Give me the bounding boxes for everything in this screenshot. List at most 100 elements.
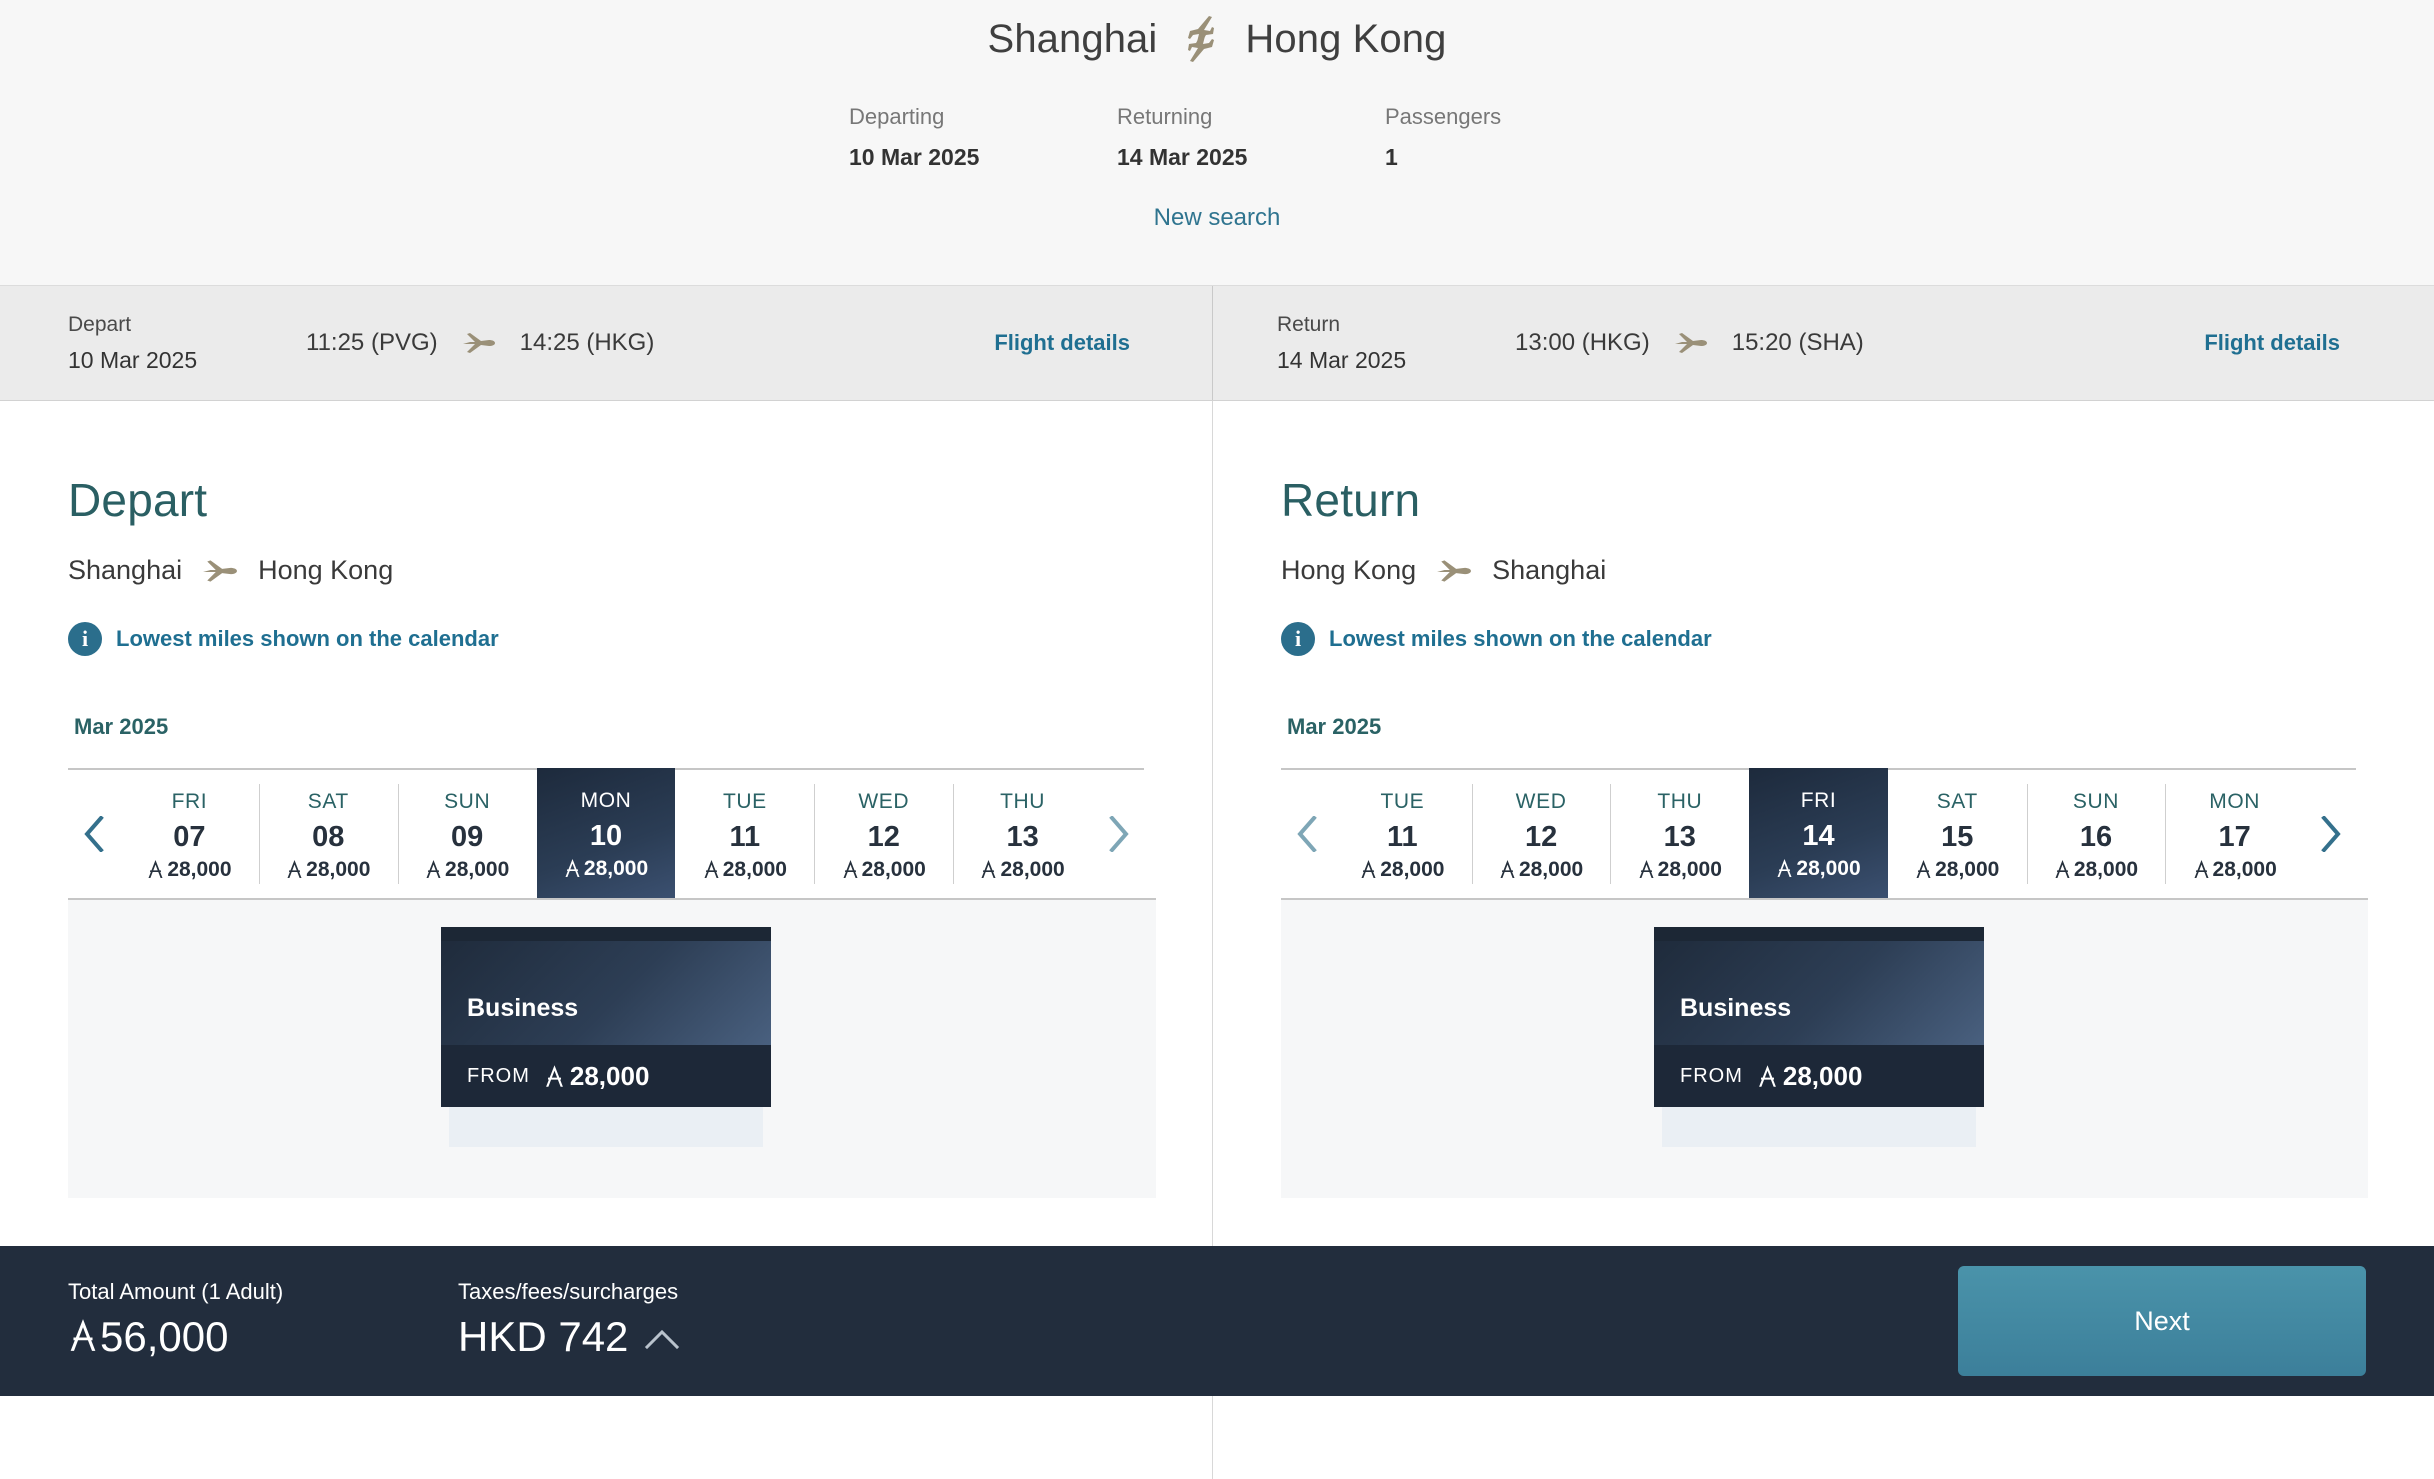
plane-icon [202, 559, 238, 583]
summary-return-time-to: 15:20 (SHA) [1731, 329, 1864, 356]
calendar-day-miles: 28,000 [1638, 856, 1722, 884]
taxes-amount: HKD 742 [458, 1313, 629, 1360]
calendar-day-13[interactable]: THU 13 28,000 [953, 770, 1092, 898]
calendar-day-miles-value: 28,000 [1518, 858, 1584, 881]
return-calendar-prev[interactable] [1281, 770, 1333, 898]
summary-depart-time-from: 11:25 (PVG) [306, 329, 438, 356]
calendar-day-miles: 28,000 [703, 856, 787, 884]
depart-flight-details-link[interactable]: Flight details [994, 330, 1130, 356]
calendar-day-number: 12 [1524, 821, 1558, 853]
return-calendar: TUE 11 28,000 WED 12 28,000 THU 13 28,000 FRI 14 28… [1281, 768, 2356, 898]
calendar-day-number: 12 [867, 821, 900, 853]
taxes-value-toggle[interactable]: HKD 742 [458, 1309, 858, 1365]
return-cabin-from-label: FROM [1680, 1064, 1743, 1087]
return-calendar-next[interactable] [2304, 770, 2356, 898]
return-cabin-card-body [1662, 1107, 1976, 1147]
asia-miles-icon [1499, 856, 1516, 884]
plane-icon [1436, 559, 1472, 583]
calendar-day-11[interactable]: TUE 11 28,000 [1333, 770, 1472, 898]
calendar-day-09[interactable]: SUN 09 28,000 [397, 770, 537, 898]
calendar-day-number: 13 [1663, 821, 1696, 853]
calendar-day-dow: SAT [307, 790, 349, 813]
calendar-day-15[interactable]: SAT 15 28,000 [1888, 770, 2027, 898]
calendar-day-miles: 28,000 [1915, 856, 1999, 884]
calendar-day-miles-value: 28,000 [167, 858, 232, 881]
calendar-day-number: 07 [173, 821, 206, 853]
total-footer-bar: Total Amount (1 Adult) 56,000 Taxes/fees… [0, 1246, 2434, 1396]
calendar-day-10[interactable]: MON 10 28,000 [536, 768, 676, 898]
calendar-day-miles-value: 28,000 [2073, 858, 2139, 881]
calendar-day-miles: 28,000 [842, 856, 926, 884]
asia-miles-icon [703, 856, 720, 884]
new-search-link[interactable]: New search [1154, 204, 1281, 231]
calendar-day-miles-value: 28,000 [1000, 858, 1065, 881]
trip-meta: Departing 10 Mar 2025 Returning 14 Mar 2… [0, 102, 2434, 174]
calendar-day-16[interactable]: SUN 16 28,000 [2026, 770, 2166, 898]
asia-miles-icon [980, 856, 997, 884]
calendar-day-14[interactable]: FRI 14 28,000 [1749, 768, 1888, 898]
calendar-day-miles-value: 28,000 [306, 858, 371, 881]
plane-icon [462, 332, 496, 354]
calendar-day-13[interactable]: THU 13 28,000 [1610, 770, 1749, 898]
asia-miles-icon [1757, 1061, 1778, 1092]
taxes-label: Taxes/fees/surcharges [458, 1279, 679, 1304]
return-flight-details-link[interactable]: Flight details [2204, 330, 2340, 356]
summary-depart: Depart 10 Mar 2025 11:25 (PVG) 14:25 (HK… [0, 286, 1212, 400]
calendar-day-number: 08 [312, 821, 345, 853]
return-calendar-month: Mar 2025 [1287, 714, 1382, 739]
depart-pane-title: Depart [68, 474, 208, 526]
calendar-day-dow: TUE [1380, 790, 1425, 813]
asia-miles-icon [544, 1061, 565, 1092]
asia-miles-icon [425, 856, 442, 884]
depart-lowest-miles-text: Lowest miles shown on the calendar [116, 626, 499, 651]
calendar-day-12[interactable]: WED 12 28,000 [1471, 770, 1611, 898]
calendar-day-dow: MON [2209, 790, 2261, 813]
header-destination: Hong Kong [1245, 16, 1447, 61]
calendar-day-miles-value: 28,000 [2212, 858, 2277, 881]
depart-calendar-prev[interactable] [68, 770, 120, 898]
calendar-day-miles-value: 28,000 [445, 858, 510, 881]
meta-departing: Departing 10 Mar 2025 [849, 102, 1117, 174]
summary-depart-direction: Depart 10 Mar 2025 [68, 310, 306, 376]
calendar-day-number: 09 [451, 821, 484, 853]
calendar-day-17[interactable]: MON 17 28,000 [2165, 770, 2304, 898]
total-amount-block: Total Amount (1 Adult) 56,000 [68, 1277, 458, 1365]
returning-label: Returning [1117, 104, 1213, 129]
return-cabin-area: Business FROM 28,000 [1281, 898, 2368, 1198]
calendar-day-miles: 28,000 [425, 856, 509, 884]
return-calendar-days: TUE 11 28,000 WED 12 28,000 THU 13 28,000 FRI 14 28… [1333, 768, 2304, 898]
depart-cabin-card[interactable]: Business FROM 28,000 [441, 927, 771, 1147]
returning-value: 14 Mar 2025 [1117, 144, 1248, 170]
total-amount-value: 56,000 [68, 1309, 458, 1365]
depart-calendar-month: Mar 2025 [74, 714, 169, 739]
departing-value: 10 Mar 2025 [849, 144, 980, 170]
next-button[interactable]: Next [1958, 1266, 2366, 1376]
summary-return: Return 14 Mar 2025 13:00 (HKG) 15:20 (SH… [1212, 286, 2424, 400]
trip-header: Shanghai Hong Kong Departing 10 Mar 2025… [0, 0, 2434, 286]
summary-depart-times: 11:25 (PVG) 14:25 (HKG) [306, 329, 654, 357]
calendar-day-miles-value: 28,000 [1380, 858, 1445, 881]
calendar-day-dow: TUE [722, 790, 767, 813]
calendar-day-07[interactable]: FRI 07 28,000 [120, 770, 259, 898]
depart-cabin-from-miles: 28,000 [569, 1060, 650, 1091]
route-title: Shanghai Hong Kong [0, 0, 2434, 74]
calendar-day-08[interactable]: SAT 08 28,000 [258, 770, 398, 898]
calendar-day-miles-value: 28,000 [1657, 858, 1722, 881]
depart-calendar-next[interactable] [1092, 770, 1144, 898]
total-amount-number: 56,000 [100, 1313, 229, 1360]
return-route-from: Hong Kong [1281, 555, 1417, 585]
calendar-day-11[interactable]: TUE 11 28,000 [675, 770, 814, 898]
depart-calendar: FRI 07 28,000 SAT 08 28,000 SUN 09 28,000 MON 10 28… [68, 768, 1144, 898]
return-cabin-card[interactable]: Business FROM 28,000 [1654, 927, 1984, 1147]
depart-route-to: Hong Kong [258, 555, 394, 585]
calendar-day-miles-value: 28,000 [722, 858, 787, 881]
asia-miles-icon [147, 856, 164, 884]
calendar-day-12[interactable]: WED 12 28,000 [814, 770, 953, 898]
roundtrip-plane-icon [1179, 13, 1223, 65]
depart-cabin-card-body [449, 1107, 763, 1147]
calendar-day-number: 10 [589, 820, 623, 852]
total-amount-label: Total Amount (1 Adult) [68, 1279, 284, 1304]
meta-returning: Returning 14 Mar 2025 [1117, 102, 1385, 174]
depart-calendar-days: FRI 07 28,000 SAT 08 28,000 SUN 09 28,000 MON 10 28… [120, 768, 1092, 898]
calendar-day-miles-value: 28,000 [1935, 858, 2000, 881]
